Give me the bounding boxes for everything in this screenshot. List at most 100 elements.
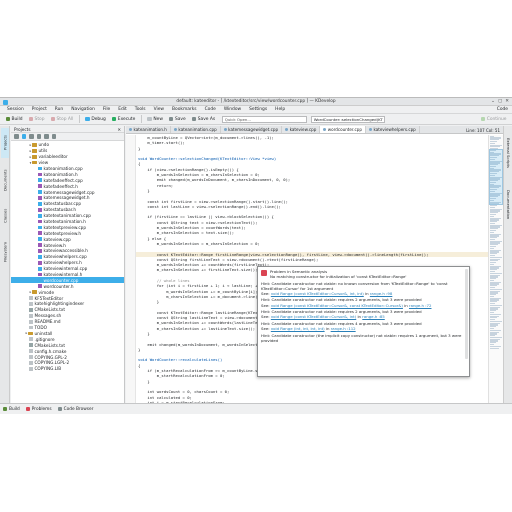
clean-icon[interactable]: [51, 134, 56, 139]
code-browser-tab[interactable]: Code Browser: [57, 407, 93, 412]
tooltip-scrollbar[interactable]: [465, 269, 468, 359]
editor-tab[interactable]: katemessagewidget.cpp: [221, 126, 283, 133]
build-icon[interactable]: [36, 134, 41, 139]
problem-header: Problem in Semantic analysis No matching…: [261, 269, 466, 279]
menu-navigation[interactable]: Navigation: [67, 107, 99, 112]
file-icon: [29, 296, 33, 300]
save-button[interactable]: Save: [166, 115, 188, 124]
menu-settings[interactable]: Settings: [245, 107, 271, 112]
minimap-viewport[interactable]: [489, 149, 503, 205]
build-button[interactable]: Build: [3, 115, 25, 124]
editor-tab[interactable]: wordcounter.cpp: [320, 126, 366, 133]
menu-project[interactable]: Project: [28, 107, 51, 112]
tree-item-label: undo: [38, 142, 50, 148]
context-browser-combo[interactable]: WordCounter::selectionChanged(KT: [310, 115, 385, 123]
editor-tab[interactable]: kateanimation.h: [126, 126, 171, 133]
stop-button[interactable]: Stop: [26, 115, 47, 124]
install-icon[interactable]: [44, 134, 49, 139]
stop-all-button[interactable]: Stop All: [48, 115, 76, 124]
editor-tab-label: katemessagewidget.cpp: [228, 127, 279, 132]
panel-close-icon[interactable]: ✕: [117, 127, 124, 132]
tree-item-label: README.md: [34, 319, 61, 325]
hint-entry: Hint: Candidate constructor not viable: …: [261, 297, 466, 307]
window-title: default: kateeditor - [ /ktexteditor/src…: [176, 99, 336, 104]
declaration-link[interactable]: void Range (const KTextEditor::Cursor&, …: [271, 314, 356, 319]
declaration-link[interactable]: void Range (int, int, int, int): [271, 326, 325, 331]
tree-item-label: COPYING.LIB: [34, 366, 62, 372]
file-icon: [29, 343, 33, 348]
tree-item-label: CMakeLists.txt: [34, 342, 66, 348]
menu-bookmarks[interactable]: Bookmarks: [168, 107, 201, 112]
project-tree: ▸ undo ▸ utils ▸ variableeditor ▾ view kateanima…: [11, 141, 124, 372]
file-location-link[interactable]: range.h :98: [370, 291, 393, 296]
tab-projects[interactable]: Projects: [1, 128, 9, 158]
menu-session[interactable]: Session: [3, 107, 28, 112]
collapse-icon[interactable]: [14, 134, 19, 139]
tree-item-label: katestatusbar.h: [43, 207, 77, 213]
file-icon: [38, 213, 42, 218]
tree-item-label: katefadeeffect.cpp: [43, 177, 83, 183]
hint-entry: Hint: Candidate constructor not viable: …: [261, 281, 466, 296]
editor-tab-label: wordcounter.cpp: [327, 127, 362, 132]
folder-icon: [32, 143, 37, 147]
tab-documentation[interactable]: Documentation: [505, 182, 512, 228]
quick-open-input[interactable]: Quick Open...: [221, 115, 307, 123]
hint-entry: Hint: Candidate constructor not viable: …: [261, 309, 466, 319]
file-location-link[interactable]: range.h :72: [409, 303, 432, 308]
menu-run[interactable]: Run: [51, 107, 67, 112]
code-area-selector[interactable]: Code: [493, 107, 512, 112]
editor-tab[interactable]: kateviewhelpers.cpp: [366, 126, 420, 133]
file-location-link[interactable]: range.h :85: [362, 314, 385, 319]
continue-button[interactable]: Continue: [478, 115, 509, 124]
save-as-button[interactable]: Save As: [189, 115, 217, 124]
file-icon: [38, 278, 42, 283]
menu-file[interactable]: File: [99, 107, 114, 112]
menu-tools[interactable]: Tools: [131, 107, 150, 112]
problem-summary: No matching constructor for initializati…: [270, 274, 407, 280]
tab-classes[interactable]: Classes: [1, 202, 9, 230]
tree-item-label: COPYING.GPL-2: [34, 354, 67, 360]
filter-icon[interactable]: [29, 134, 34, 139]
link-icon[interactable]: [21, 134, 26, 139]
declaration-link[interactable]: void Range (const KTextEditor::Cursor&, …: [271, 291, 364, 296]
file-icon: [29, 337, 33, 342]
file-icon: [38, 207, 42, 212]
tree-item-label: katestatusbar.cpp: [43, 201, 82, 207]
menu-edit[interactable]: Edit: [114, 107, 131, 112]
hint-text: Hint: Candidate constructor (the implici…: [261, 332, 462, 343]
build-tab[interactable]: Build: [3, 407, 20, 412]
file-icon: [29, 361, 33, 365]
menu-help[interactable]: Help: [271, 107, 289, 112]
projects-header: Projects ✕: [11, 126, 124, 133]
execute-button[interactable]: Execute: [109, 115, 138, 124]
file-location-link[interactable]: range.h :112: [331, 326, 356, 331]
debug-button[interactable]: Debug: [83, 115, 108, 124]
tree-item-label: kateviewinternal.h: [43, 272, 83, 278]
menu-window[interactable]: Window: [220, 107, 245, 112]
hint-entry: Hint: Candidate constructor not viable: …: [261, 321, 466, 331]
tab-external-scripts[interactable]: External Scripts: [505, 130, 512, 176]
maximize-icon[interactable]: ▢: [498, 99, 502, 104]
minimap-scrollbar[interactable]: [488, 135, 503, 404]
build-tab-label: Build: [9, 406, 20, 412]
close-icon[interactable]: ✕: [505, 99, 509, 104]
tree-item-label: katetextpreview.cpp: [43, 224, 86, 230]
editor-tab[interactable]: kateanimation.cpp: [171, 126, 221, 133]
menu-view[interactable]: View: [150, 107, 168, 112]
problems-tab[interactable]: Problems: [25, 407, 52, 412]
folder-icon: [32, 154, 37, 159]
file-icon: [38, 172, 42, 177]
tree-item-label: variableeditor: [38, 154, 68, 160]
tab-documents[interactable]: Documents: [1, 162, 9, 198]
line-gutter[interactable]: [126, 135, 136, 404]
tree-file[interactable]: COPYING.LIB: [11, 366, 124, 372]
declaration-link[interactable]: void Range (const KTextEditor::Cursor&, …: [271, 303, 403, 308]
folder-icon: [32, 149, 37, 153]
minimize-icon[interactable]: ⌄: [491, 99, 495, 104]
menu-code[interactable]: Code: [201, 107, 220, 112]
new-button[interactable]: New: [145, 115, 166, 124]
tab-filesystem[interactable]: Filesystem: [1, 234, 9, 270]
tree-item-label: Messages.sh: [34, 313, 62, 319]
tree-item-label: kateanimation.h: [43, 171, 78, 177]
editor-tab[interactable]: kateview.cpp: [282, 126, 321, 133]
